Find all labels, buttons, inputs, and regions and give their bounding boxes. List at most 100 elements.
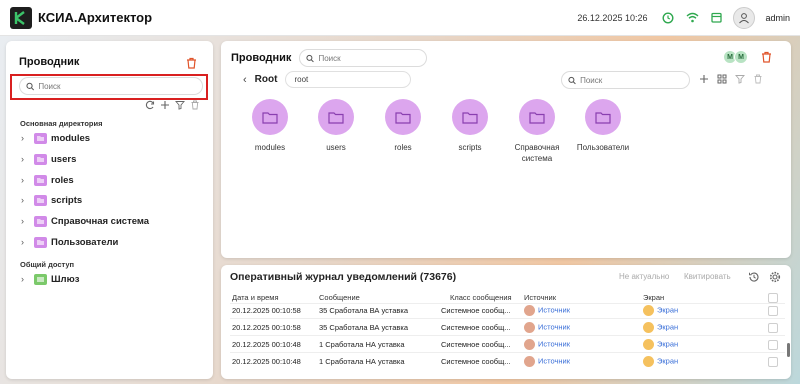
row-checkbox[interactable] <box>768 340 778 350</box>
chevron-right-icon[interactable]: › <box>21 133 31 143</box>
folder-icon <box>34 215 47 227</box>
online-users: M M <box>723 50 748 64</box>
screen-icon <box>643 305 654 316</box>
folder-users[interactable]: users <box>306 99 366 153</box>
not-actual-button[interactable]: Не актуально <box>619 272 669 281</box>
log-screen[interactable]: Экран <box>643 339 678 350</box>
tree-item-roles[interactable]: › roles <box>21 173 74 187</box>
main-explorer-panel: Проводник M M ‹ Root root modules users … <box>221 41 791 258</box>
datetime: 26.12.2025 10:26 <box>577 12 648 23</box>
log-source[interactable]: Источник <box>524 356 570 367</box>
folder-icon <box>252 99 288 135</box>
log-source[interactable]: Источник <box>524 339 570 350</box>
add-icon[interactable] <box>160 100 170 110</box>
app-title: КСИА.Архитектор <box>38 10 153 25</box>
log-screen[interactable]: Экран <box>643 305 678 316</box>
notification-log-panel: Оперативный журнал уведомлений (73676) Н… <box>221 265 791 379</box>
root-label: Root <box>254 74 278 85</box>
filter-icon[interactable] <box>735 74 745 84</box>
add-icon[interactable] <box>699 74 709 84</box>
folder-users-ru[interactable]: Пользователи <box>573 99 633 153</box>
log-message: 1 Сработала НА уставка <box>319 357 405 366</box>
screen-icon <box>643 356 654 367</box>
search-icon <box>306 54 315 62</box>
clock-icon[interactable] <box>661 11 675 25</box>
chevron-right-icon[interactable]: › <box>21 154 31 164</box>
column-header[interactable]: Источник <box>524 293 556 302</box>
tree-item-users[interactable]: › users <box>21 152 76 166</box>
log-time: 20.12.2025 00:10:48 <box>232 340 301 349</box>
log-title: Оперативный журнал уведомлений (73676) <box>230 271 457 283</box>
log-message: 35 Сработала ВА уставка <box>319 323 409 332</box>
delete-icon[interactable] <box>753 74 763 84</box>
source-icon <box>524 356 535 367</box>
chevron-right-icon[interactable]: › <box>21 195 31 205</box>
tree-item-gateway[interactable]: › Шлюз <box>21 272 79 286</box>
trash-icon[interactable] <box>761 51 772 65</box>
section-shared: Общий доступ <box>20 260 75 269</box>
chevron-right-icon[interactable]: › <box>21 175 31 185</box>
tree-item-scripts[interactable]: › scripts <box>21 193 82 207</box>
row-checkbox[interactable] <box>768 293 778 303</box>
refresh-icon[interactable] <box>145 100 155 110</box>
chevron-right-icon[interactable]: › <box>21 237 31 247</box>
folder-icon <box>34 153 47 165</box>
folder-help-system[interactable]: Справочная система <box>507 99 567 164</box>
column-header[interactable]: Дата и время <box>232 293 279 302</box>
log-scrollbar[interactable] <box>787 343 790 357</box>
column-header[interactable]: Класс сообщения <box>450 293 512 302</box>
row-checkbox[interactable] <box>768 323 778 333</box>
wifi-icon[interactable] <box>685 11 699 25</box>
folder-icon <box>34 194 47 206</box>
tree-toolbar <box>145 100 200 110</box>
path-field[interactable]: root <box>285 71 412 88</box>
log-source[interactable]: Источник <box>524 305 570 316</box>
folder-modules[interactable]: modules <box>240 99 300 153</box>
column-header[interactable]: Экран <box>643 293 664 302</box>
main-search[interactable] <box>299 49 428 67</box>
folder-icon <box>34 174 47 186</box>
gateway-icon <box>34 273 47 285</box>
calendar-icon[interactable] <box>709 11 723 25</box>
log-screen[interactable]: Экран <box>643 322 678 333</box>
tree-item-users-ru[interactable]: › Пользователи <box>21 235 118 249</box>
folder-search-input[interactable] <box>580 75 683 85</box>
history-icon[interactable] <box>748 271 760 283</box>
folder-icon <box>585 99 621 135</box>
log-time: 20.12.2025 00:10:58 <box>232 306 301 315</box>
app-logo-icon <box>10 6 32 29</box>
folder-icon <box>519 99 555 135</box>
main-search-input[interactable] <box>318 53 421 63</box>
log-screen[interactable]: Экран <box>643 356 678 367</box>
chevron-right-icon[interactable]: › <box>21 216 31 226</box>
acknowledge-button[interactable]: Квитировать <box>684 272 731 281</box>
folder-icon <box>34 132 47 144</box>
folder-roles[interactable]: roles <box>373 99 433 153</box>
row-checkbox[interactable] <box>768 357 778 367</box>
source-icon <box>524 305 535 316</box>
column-header[interactable]: Сообщение <box>319 293 360 302</box>
folder-scripts[interactable]: scripts <box>440 99 500 153</box>
tree-item-modules[interactable]: › modules <box>21 131 90 145</box>
row-checkbox[interactable] <box>768 306 778 316</box>
folder-icon <box>385 99 421 135</box>
trash-icon[interactable] <box>186 57 197 69</box>
back-chevron-icon[interactable]: ‹ <box>243 74 247 86</box>
search-icon <box>568 76 576 84</box>
top-bar: КСИА.Архитектор 26.12.2025 10:26 admin <box>0 0 800 36</box>
folder-search[interactable] <box>561 71 690 89</box>
log-class: Системное сообщ... <box>441 357 511 366</box>
tree-item-help-system[interactable]: › Справочная система <box>21 214 149 228</box>
main-title: Проводник <box>231 52 292 64</box>
log-class: Системное сообщ... <box>441 340 511 349</box>
chevron-right-icon[interactable]: › <box>21 274 31 284</box>
settings-gear-icon[interactable] <box>769 271 781 283</box>
user-avatar-badge[interactable]: M <box>734 50 748 64</box>
log-source[interactable]: Источник <box>524 322 570 333</box>
user-avatar[interactable] <box>733 6 756 29</box>
log-class: Системное сообщ... <box>441 306 511 315</box>
grid-view-icon[interactable] <box>717 74 727 84</box>
delete-icon[interactable] <box>190 100 200 110</box>
filter-icon[interactable] <box>175 100 185 110</box>
user-name[interactable]: admin <box>765 13 790 23</box>
